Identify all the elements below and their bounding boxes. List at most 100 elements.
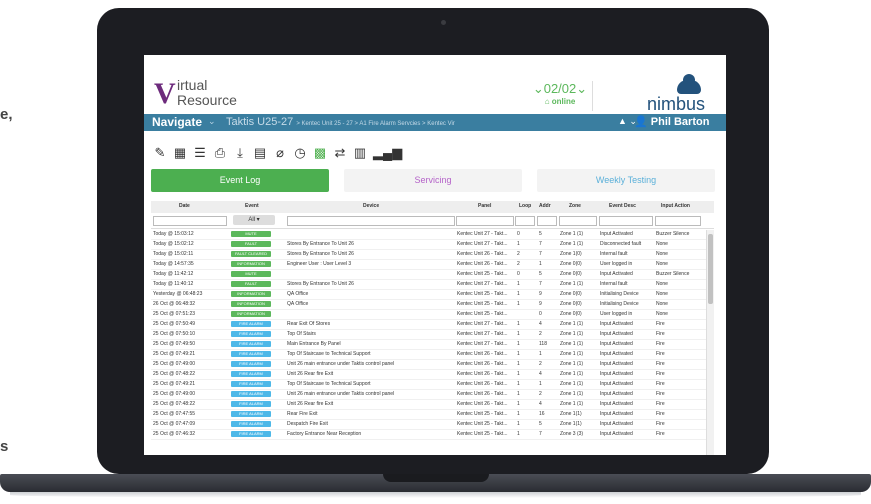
table-row[interactable]: 25 Oct @ 07:49:21 FIRE ALARM Top Of Stairc… <box>151 380 706 390</box>
table-row[interactable]: 25 Oct @ 07:46:32 FIRE ALARM Factory Entra… <box>151 430 706 440</box>
cell-zone: Zone 0(0) <box>560 301 582 307</box>
table-row[interactable]: 25 Oct @ 07:49:21 FIRE ALARM Top Of Stairc… <box>151 350 706 360</box>
user-menu[interactable]: 👤 Phil Barton <box>634 115 709 128</box>
cell-loop: 1 <box>517 331 520 337</box>
table-row[interactable]: 26 Oct @ 06:48:32 INFORMATION QA Office Ken… <box>151 300 706 310</box>
filter-panel-input[interactable] <box>456 216 514 226</box>
filter-date-input[interactable] <box>153 216 227 226</box>
cell-date: Today @ 11:40:12 <box>153 281 194 287</box>
cell-addr: 2 <box>539 361 542 367</box>
table-row[interactable]: 25 Oct @ 07:49:00 FIRE ALARM Unit 26 main … <box>151 390 706 400</box>
cell-loop: 1 <box>517 361 520 367</box>
cell-date: Today @ 15:02:11 <box>153 251 194 257</box>
column-header[interactable]: Zone <box>569 203 581 209</box>
cell-addr: 4 <box>539 401 542 407</box>
breadcrumb-site[interactable]: Taktis U25-27 <box>226 116 293 128</box>
bar-chart-icon[interactable]: ▥ <box>353 146 367 160</box>
signal-chart-icon[interactable]: ▂▄▆ <box>373 146 402 160</box>
table-row[interactable]: 25 Oct @ 07:50:10 FIRE ALARM Top Of Stairs… <box>151 330 706 340</box>
scrollbar[interactable] <box>706 230 714 455</box>
cell-addr: 1 <box>539 351 542 357</box>
cell-panel: Kentec Unit 25 - Takt... <box>457 431 508 437</box>
cell-loop: 1 <box>517 281 520 287</box>
filter-device-input[interactable] <box>287 216 455 226</box>
download-icon[interactable]: ⤓ <box>233 146 247 160</box>
event-badge: FIRE ALARM <box>231 371 271 377</box>
swap-icon[interactable]: ⇄ <box>333 146 347 160</box>
table-row[interactable]: Today @ 15:03:12 MUTE Kentec Unit 27 - Tak… <box>151 230 706 240</box>
event-badge: FIRE ALARM <box>231 401 271 407</box>
cell-desc: Input Activated <box>600 351 633 357</box>
table-row[interactable]: 25 Oct @ 07:50:49 FIRE ALARM Rear Exit Of … <box>151 320 706 330</box>
table-row[interactable]: 25 Oct @ 07:49:50 FIRE ALARM Main Entrance… <box>151 340 706 350</box>
list-icon[interactable]: ☰ <box>193 146 207 160</box>
filter-loop-input[interactable] <box>515 216 535 226</box>
edit-icon[interactable]: ✎ <box>153 146 167 160</box>
cell-device: Top Of Staircase to Technical Support <box>287 351 371 357</box>
scrollbar-thumb[interactable] <box>708 234 713 304</box>
cell-desc: Input Activated <box>600 321 633 327</box>
column-header[interactable]: Date <box>179 203 190 209</box>
tab-event-log[interactable]: Event Log <box>151 169 329 192</box>
filter-action-input[interactable] <box>655 216 701 226</box>
table-row[interactable]: 25 Oct @ 07:51:23 INFORMATION Kentec Unit … <box>151 310 706 320</box>
table-row[interactable]: Today @ 15:02:11 FAULT CLEARED Stores By E… <box>151 250 706 260</box>
column-header[interactable]: Addr <box>539 203 551 209</box>
table-row[interactable]: Today @ 11:40:12 FAULT Stores By Entrance … <box>151 280 706 290</box>
table-row[interactable]: Today @ 14:57:35 INFORMATION Engineer User… <box>151 260 706 270</box>
panel-status[interactable]: ⌄02/02⌄ ⌂ online <box>531 81 589 111</box>
table-row[interactable]: 25 Oct @ 07:48:22 FIRE ALARM Unit 26 Rear … <box>151 370 706 380</box>
chevron-down-icon[interactable]: ⌄ <box>208 116 216 127</box>
attachment-icon[interactable]: ⌀ <box>273 146 287 160</box>
event-filter-select[interactable]: All ▾ <box>233 215 275 225</box>
spreadsheet-icon[interactable]: ▩ <box>313 146 327 160</box>
column-header[interactable]: Loop <box>519 203 531 209</box>
table-row[interactable]: 25 Oct @ 07:47:09 FIRE ALARM Despatch Fire… <box>151 420 706 430</box>
cell-desc: Internal fault <box>600 281 628 287</box>
column-header[interactable]: Event Desc <box>609 203 636 209</box>
brand-name: nimbus <box>647 94 706 114</box>
event-badge: FIRE ALARM <box>231 431 271 437</box>
document-icon[interactable]: ▤ <box>253 146 267 160</box>
event-badge: FIRE ALARM <box>231 321 271 327</box>
table-row[interactable]: 25 Oct @ 07:47:55 FIRE ALARM Rear Fire Exi… <box>151 410 706 420</box>
filter-zone-input[interactable] <box>559 216 597 226</box>
cell-action: None <box>656 291 668 297</box>
table-row[interactable]: 25 Oct @ 07:49:00 FIRE ALARM Unit 26 main … <box>151 360 706 370</box>
logo-text: Resource <box>177 92 237 108</box>
cell-action: Fire <box>656 421 665 427</box>
print-icon[interactable]: ⎙ <box>213 146 227 160</box>
cell-zone: Zone 1(1) <box>560 421 582 427</box>
column-header[interactable]: Panel <box>478 203 491 209</box>
filter-desc-input[interactable] <box>599 216 653 226</box>
table-row[interactable]: 25 Oct @ 07:48:22 FIRE ALARM Unit 26 Rear … <box>151 400 706 410</box>
cell-action: None <box>656 261 668 267</box>
breadcrumb-path[interactable]: > Kentec Unit 25 - 27 > A1 Fire Alarm Se… <box>296 121 454 127</box>
column-header[interactable]: Input Action <box>661 203 690 209</box>
table-row[interactable]: Yesterday @ 06:48:23 INFORMATION QA Office… <box>151 290 706 300</box>
cell-desc: Initialising Device <box>600 301 639 307</box>
navigate-menu[interactable]: Navigate <box>152 115 202 129</box>
column-header[interactable]: Device <box>363 203 379 209</box>
filter-addr-input[interactable] <box>537 216 557 226</box>
event-badge: INFORMATION <box>231 261 271 267</box>
cell-zone: Zone 1 (1) <box>560 351 584 357</box>
tab-weekly-testing[interactable]: Weekly Testing <box>537 169 715 192</box>
table-row[interactable]: Today @ 11:42:12 MUTE Kentec Unit 25 - Tak… <box>151 270 706 280</box>
cell-loop: 1 <box>517 321 520 327</box>
table-row[interactable]: Today @ 15:02:12 FAULT Stores By Entrance … <box>151 240 706 250</box>
cell-panel: Kentec Unit 25 - Takt... <box>457 411 508 417</box>
clock-icon[interactable]: ◷ <box>293 146 307 160</box>
tab-servicing[interactable]: Servicing <box>344 169 522 192</box>
cell-addr: 5 <box>539 421 542 427</box>
column-header[interactable]: Event <box>245 203 259 209</box>
cell-panel: Kentec Unit 25 - Takt... <box>457 421 508 427</box>
cell-panel: Kentec Unit 25 - Takt... <box>457 291 508 297</box>
calendar-icon[interactable]: ▦ <box>173 146 187 160</box>
event-table-body: Today @ 15:03:12 MUTE Kentec Unit 27 - Tak… <box>151 230 706 440</box>
cell-date: Today @ 15:03:12 <box>153 231 194 237</box>
cell-desc: Initialising Device <box>600 291 639 297</box>
cell-addr: 9 <box>539 301 542 307</box>
cell-action: None <box>656 241 668 247</box>
event-badge: FIRE ALARM <box>231 421 271 427</box>
